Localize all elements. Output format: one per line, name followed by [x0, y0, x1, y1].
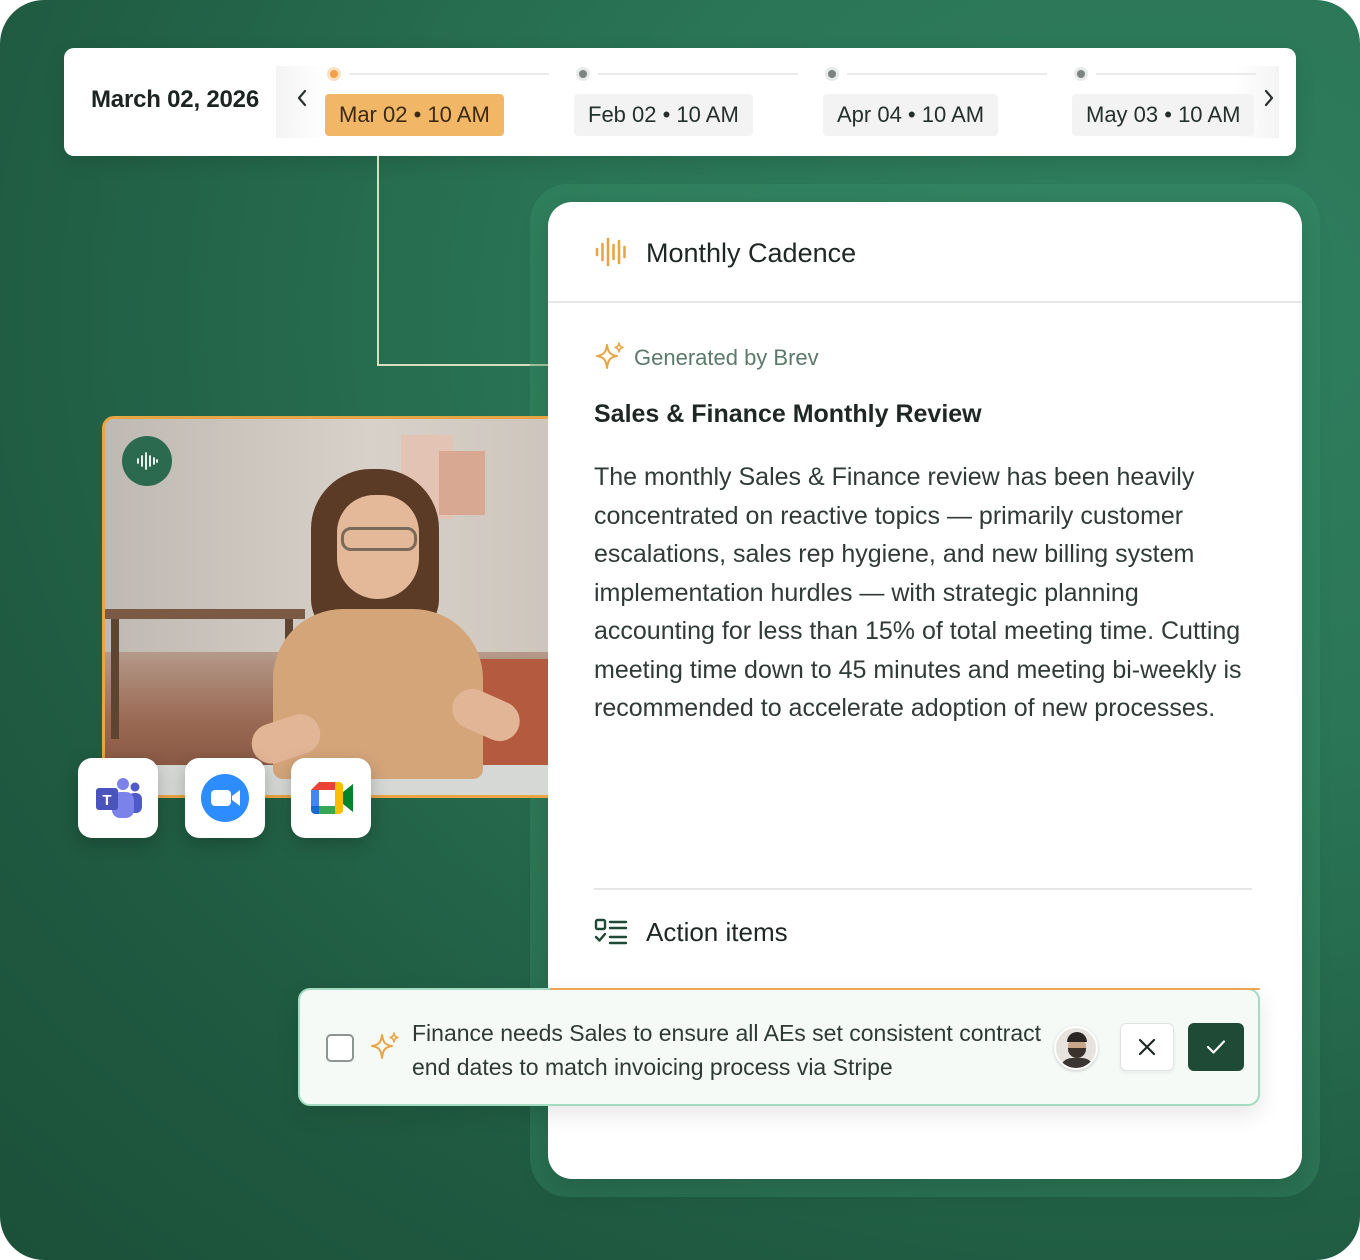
generated-by-label: Generated by Brev [634, 345, 819, 370]
app-canvas: March 02, 2026 Mar 02 • 10 AM Feb 02 • 1… [0, 0, 1360, 1260]
action-item-text: Finance needs Sales to ensure all AEs se… [412, 1020, 1042, 1080]
google-meet-icon [311, 782, 353, 814]
teams-icon: T [96, 778, 142, 818]
sparkle-icon [371, 1032, 399, 1059]
timeline-chip[interactable]: May 03 • 10 AM [1072, 94, 1255, 136]
meeting-video[interactable] [102, 416, 548, 798]
svg-text:T: T [102, 792, 111, 809]
card-title: Monthly Cadence [646, 238, 857, 268]
recording-badge [122, 436, 172, 486]
sparkle-icon [596, 342, 624, 369]
close-icon [1138, 1038, 1156, 1056]
google-meet-app-button[interactable] [291, 758, 371, 838]
checkmark-icon [1206, 1040, 1226, 1054]
review-summary: The monthly Sales & Finance review has b… [594, 463, 1242, 722]
timeline-dot [327, 67, 341, 81]
audio-wave-icon [137, 452, 158, 470]
timeline-dot [825, 67, 839, 81]
zoom-icon [201, 774, 249, 822]
card-header: Monthly Cadence [548, 202, 1302, 303]
chevron-right-icon[interactable] [1259, 88, 1279, 112]
action-item-checkbox[interactable] [326, 1034, 354, 1062]
accept-button[interactable] [1188, 1023, 1244, 1071]
assignee-avatar[interactable] [1054, 1026, 1098, 1070]
audio-wave-icon [595, 237, 626, 267]
timeline-dot [1074, 67, 1088, 81]
timeline-dot [576, 67, 590, 81]
review-title: Sales & Finance Monthly Review [594, 400, 982, 428]
meeting-timeline: March 02, 2026 Mar 02 • 10 AM Feb 02 • 1… [64, 48, 1296, 156]
action-item-row: Finance needs Sales to ensure all AEs se… [298, 988, 1260, 1106]
timeline-chip[interactable]: Apr 04 • 10 AM [823, 94, 999, 136]
divider [594, 888, 1252, 890]
zoom-app-button[interactable] [185, 758, 265, 838]
chevron-left-icon[interactable] [292, 88, 312, 112]
action-items-heading: Action items [646, 917, 788, 947]
timeline-chip[interactable]: Feb 02 • 10 AM [574, 94, 753, 136]
timeline-chip[interactable]: Mar 02 • 10 AM [325, 94, 504, 136]
checklist-icon [594, 918, 628, 945]
reject-button[interactable] [1120, 1023, 1174, 1071]
teams-app-button[interactable]: T [78, 758, 158, 838]
selected-date: March 02, 2026 [91, 86, 259, 113]
